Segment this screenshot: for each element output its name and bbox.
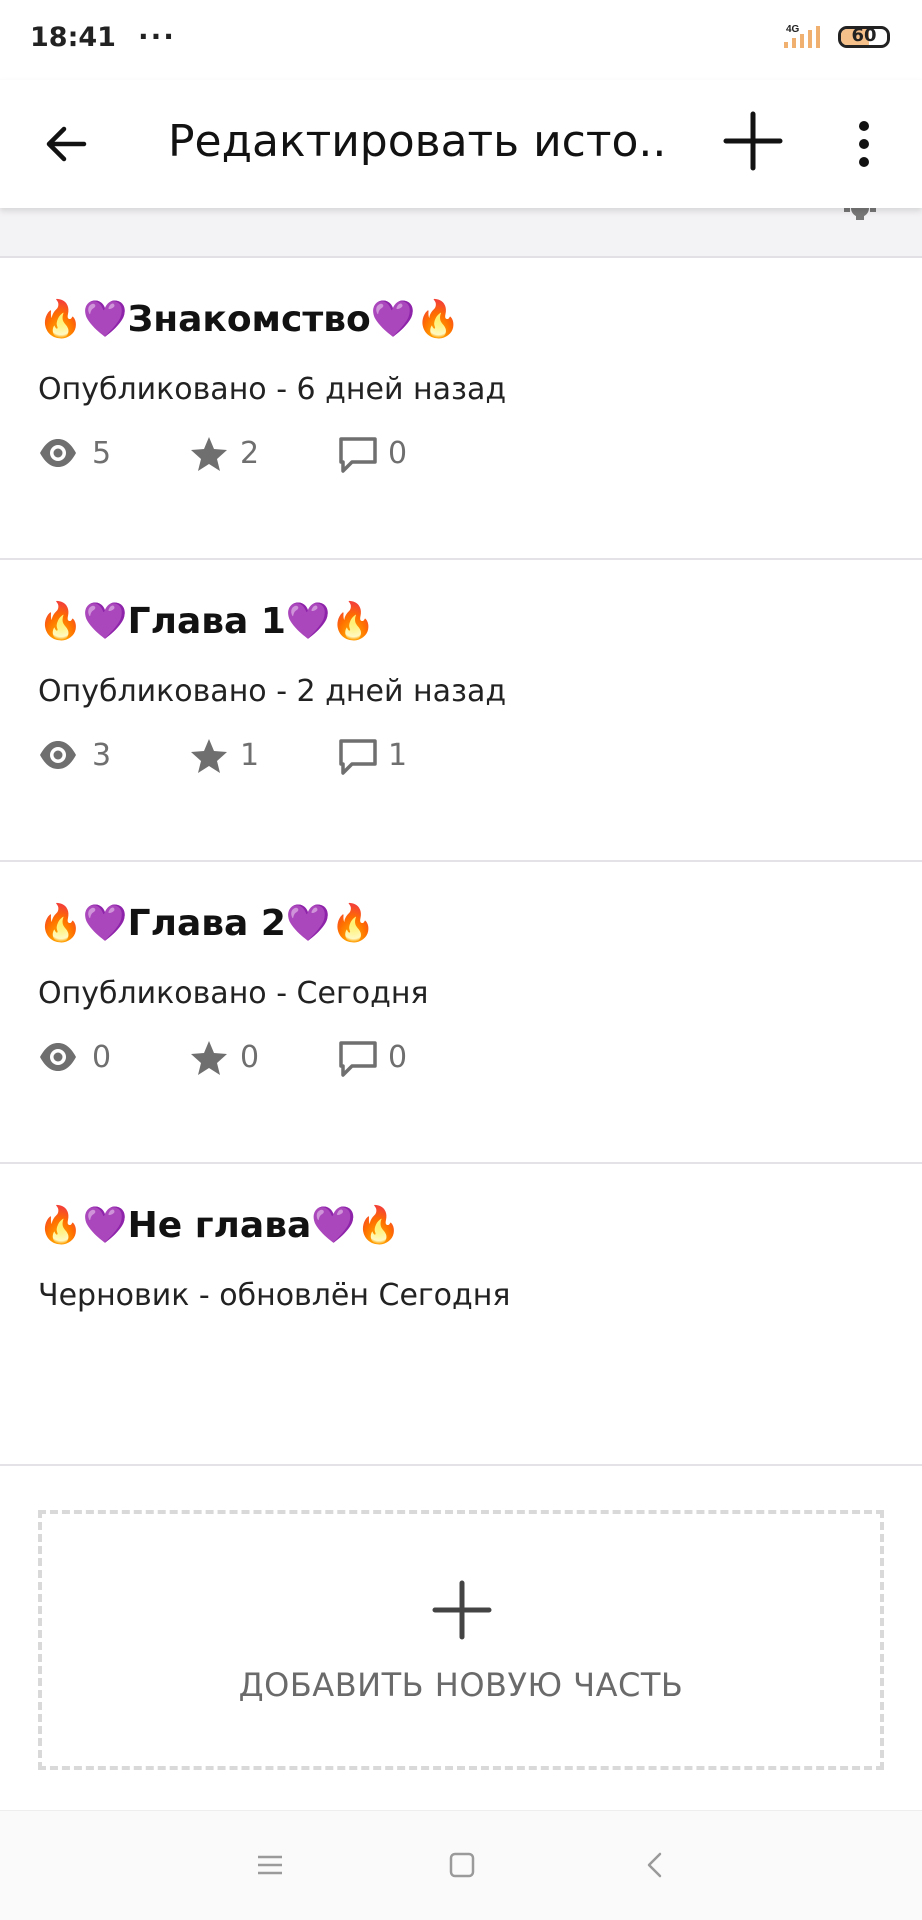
battery-level: 60: [851, 26, 877, 46]
views-count: 3: [92, 738, 112, 773]
square-icon[interactable]: [446, 1849, 478, 1881]
part-status: Опубликовано - 6 дней назад: [38, 372, 507, 407]
page-title: Редактировать исто...: [168, 116, 668, 167]
status-time: 18:41: [30, 22, 116, 53]
part-item[interactable]: 🔥💜Глава 2💜🔥 Опубликовано - Сегодня 0 0 0: [0, 862, 922, 1164]
eye-icon: [40, 1043, 76, 1071]
comment-icon: [339, 437, 377, 473]
comments-count: 0: [388, 436, 408, 471]
part-status: Черновик - обновлён Сегодня: [38, 1278, 511, 1313]
chevron-left-icon[interactable]: [640, 1849, 672, 1881]
part-status: Опубликовано - Сегодня: [38, 976, 429, 1011]
signal-icon: 4G: [784, 24, 820, 48]
part-status: Опубликовано - 2 дней назад: [38, 674, 507, 709]
plus-icon[interactable]: [722, 110, 784, 172]
status-bar: 18:41 ··· 4G 60: [0, 0, 922, 80]
system-nav-bar: [0, 1810, 922, 1920]
part-item[interactable]: 🔥💜Знакомство💜🔥 Опубликовано - 6 дней наз…: [0, 258, 922, 560]
add-new-part-label: ДОБАВИТЬ НОВУЮ ЧАСТЬ: [238, 1666, 684, 1704]
comment-icon: [339, 1041, 377, 1077]
comments-count: 1: [388, 738, 408, 773]
story-settings-strip: [0, 200, 922, 258]
part-title: 🔥💜Не глава💜🔥: [38, 1205, 401, 1246]
part-item[interactable]: 🔥💜Глава 1💜🔥 Опубликовано - 2 дней назад …: [0, 560, 922, 862]
views-count: 0: [92, 1040, 112, 1075]
part-title: 🔥💜Глава 1💜🔥: [38, 601, 376, 642]
battery-icon: 60: [838, 26, 890, 48]
notification-dots: ···: [138, 20, 176, 53]
app-bar: Редактировать исто...: [0, 80, 922, 208]
part-stats: 3 1 1: [38, 736, 638, 776]
plus-icon: [432, 1580, 492, 1640]
votes-count: 1: [240, 738, 260, 773]
part-stats: 5 2 0: [38, 434, 638, 474]
add-new-part-button[interactable]: ДОБАВИТЬ НОВУЮ ЧАСТЬ: [38, 1510, 884, 1770]
network-type: 4G: [786, 24, 800, 35]
votes-count: 2: [240, 436, 260, 471]
star-icon: [191, 437, 227, 471]
star-icon: [191, 739, 227, 773]
menu-icon[interactable]: [254, 1849, 286, 1881]
eye-icon: [40, 741, 76, 769]
arrow-left-icon[interactable]: [40, 118, 92, 170]
part-item-draft[interactable]: 🔥💜Не глава💜🔥 Черновик - обновлён Сегодня: [0, 1164, 922, 1466]
eye-icon: [40, 439, 76, 467]
star-icon: [191, 1041, 227, 1075]
views-count: 5: [92, 436, 112, 471]
more-vertical-icon[interactable]: [844, 116, 884, 172]
part-title: 🔥💜Глава 2💜🔥: [38, 903, 376, 944]
comment-icon: [339, 739, 377, 775]
votes-count: 0: [240, 1040, 260, 1075]
part-title: 🔥💜Знакомство💜🔥: [38, 299, 461, 340]
part-stats: 0 0 0: [38, 1038, 638, 1078]
comments-count: 0: [388, 1040, 408, 1075]
